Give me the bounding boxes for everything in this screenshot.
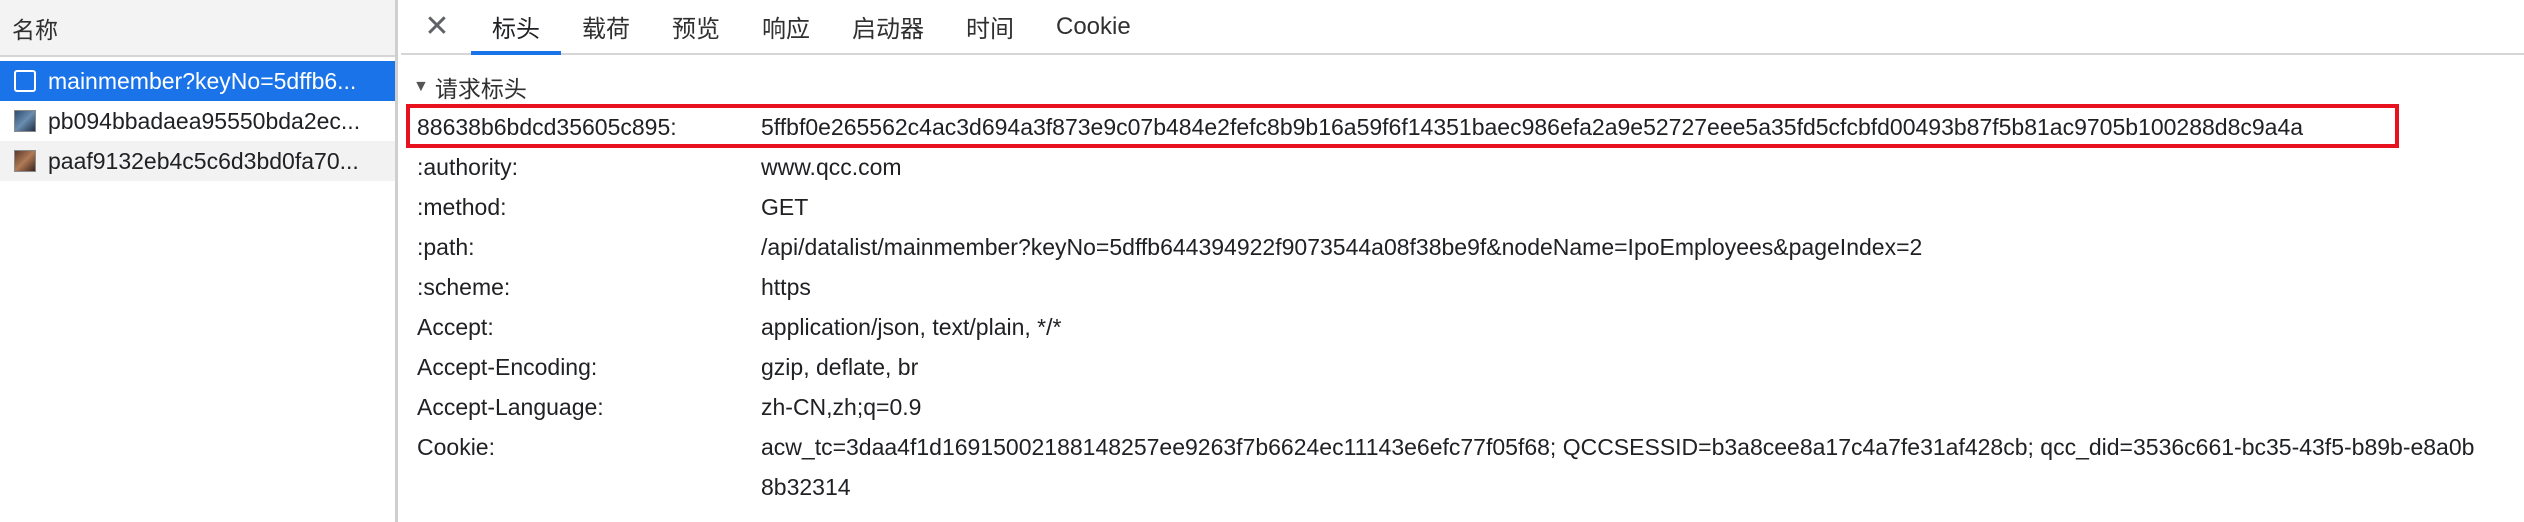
header-row: Accept-Language: zh-CN,zh;q=0.9 <box>401 387 2524 427</box>
tab-label: 标头 <box>492 16 540 43</box>
triangle-down-icon: ▼ <box>413 78 429 95</box>
tab-response[interactable]: 响应 <box>741 0 831 53</box>
name-column-header[interactable]: 名称 <box>0 0 395 57</box>
tab-cookies[interactable]: Cookie <box>1035 0 1152 53</box>
tab-initiator[interactable]: 启动器 <box>831 0 945 53</box>
tab-headers[interactable]: 标头 <box>471 0 561 55</box>
request-details-pane: ✕ 标头 载荷 预览 响应 启动器 时间 Cookie ▼ 请求标头 88638… <box>401 0 2524 522</box>
request-list-pane: 名称 mainmember?keyNo=5dffb6... pb094bbada… <box>0 0 398 522</box>
image-icon <box>14 150 36 172</box>
name-column-label: 名称 <box>12 16 58 43</box>
header-row: :method: GET <box>401 187 2524 227</box>
header-row-highlighted: 88638b6bdcd35605c895: 5ffbf0e265562c4ac3… <box>401 104 2524 148</box>
details-tabbar: ✕ 标头 载荷 预览 响应 启动器 时间 Cookie <box>401 0 2524 55</box>
header-row: :authority: www.qcc.com <box>401 147 2524 187</box>
request-headers-section-toggle[interactable]: ▼ 请求标头 <box>401 67 2524 107</box>
tab-label: 时间 <box>966 16 1014 43</box>
section-title: 请求标头 <box>434 76 527 102</box>
tab-label: 预览 <box>672 16 720 43</box>
tab-label: 载荷 <box>582 16 630 43</box>
header-row: :scheme: https <box>401 267 2524 307</box>
request-name: pb094bbadaea95550bda2ec... <box>48 107 361 134</box>
header-value: zh-CN,zh;q=0.9 <box>761 393 922 420</box>
request-name: mainmember?keyNo=5dffb6... <box>48 67 357 94</box>
header-name: Accept-Encoding: <box>417 353 598 380</box>
header-name: Accept-Language: <box>417 393 604 420</box>
request-row[interactable]: mainmember?keyNo=5dffb6... <box>0 61 395 101</box>
headers-content: ▼ 请求标头 88638b6bdcd35605c895: 5ffbf0e2655… <box>401 67 2524 507</box>
header-value: application/json, text/plain, */* <box>761 313 1062 340</box>
header-name: :path: <box>417 233 475 260</box>
tab-label: 响应 <box>762 16 810 43</box>
request-name: paaf9132eb4c5c6d3bd0fa70... <box>48 147 359 174</box>
request-row[interactable]: pb094bbadaea95550bda2ec... <box>0 101 395 141</box>
tab-payload[interactable]: 载荷 <box>561 0 651 53</box>
header-value: acw_tc=3daa4f1d16915002188148257ee9263f7… <box>761 434 2475 500</box>
document-icon <box>14 70 36 92</box>
header-row: :path: /api/datalist/mainmember?keyNo=5d… <box>401 227 2524 267</box>
header-name: :authority: <box>417 153 518 180</box>
header-row: Cookie: acw_tc=3daa4f1d16915002188148257… <box>401 427 2524 507</box>
header-value: www.qcc.com <box>761 153 902 180</box>
header-name: Cookie: <box>417 434 495 460</box>
request-row[interactable]: paaf9132eb4c5c6d3bd0fa70... <box>0 141 395 181</box>
header-row: Accept: application/json, text/plain, */… <box>401 307 2524 347</box>
close-icon[interactable]: ✕ <box>417 0 457 53</box>
header-name: Accept: <box>417 313 494 340</box>
tab-label: Cookie <box>1056 12 1131 40</box>
tab-preview[interactable]: 预览 <box>651 0 741 53</box>
tab-label: 启动器 <box>852 16 924 43</box>
header-name: :scheme: <box>417 273 511 300</box>
header-row: Accept-Encoding: gzip, deflate, br <box>401 347 2524 387</box>
tab-timing[interactable]: 时间 <box>945 0 1035 53</box>
header-name: :method: <box>417 193 507 220</box>
header-value: 5ffbf0e265562c4ac3d694a3f873e9c07b484e2f… <box>761 113 2304 140</box>
header-value: GET <box>761 193 809 220</box>
header-value: https <box>761 273 811 300</box>
header-name: 88638b6bdcd35605c895: <box>417 113 677 140</box>
image-icon <box>14 110 36 132</box>
header-value: gzip, deflate, br <box>761 353 919 380</box>
header-value: /api/datalist/mainmember?keyNo=5dffb6443… <box>761 233 1923 260</box>
